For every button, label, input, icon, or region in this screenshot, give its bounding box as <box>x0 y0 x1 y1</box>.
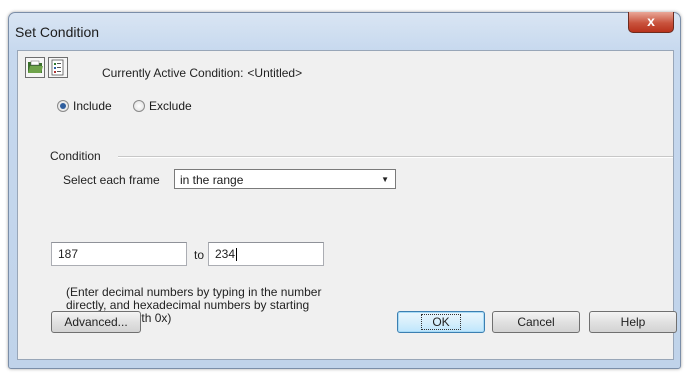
exclude-radio-button[interactable] <box>133 100 145 112</box>
exclude-label: Exclude <box>149 99 192 113</box>
active-condition: Currently Active Condition: <Untitled> <box>102 66 302 80</box>
frame-range-select-value: in the range <box>180 173 244 187</box>
ok-button[interactable]: OK <box>397 311 485 333</box>
range-end-input[interactable]: 234 <box>208 242 324 266</box>
ok-button-label: OK <box>421 314 461 330</box>
save-condition-icon <box>51 59 64 76</box>
dialog-body: Currently Active Condition: <Untitled> In… <box>17 50 677 360</box>
include-radio[interactable]: Include <box>57 99 112 113</box>
include-label: Include <box>73 99 112 113</box>
exclude-radio[interactable]: Exclude <box>133 99 192 113</box>
save-condition-button[interactable] <box>48 57 68 78</box>
group-divider <box>118 156 673 158</box>
help-button[interactable]: Help <box>589 311 677 333</box>
advanced-button[interactable]: Advanced... <box>51 311 141 333</box>
help-button-label: Help <box>620 315 646 329</box>
close-button[interactable]: x <box>628 12 674 33</box>
cancel-button[interactable]: Cancel <box>492 311 580 333</box>
open-folder-icon <box>28 60 43 73</box>
range-start-value: 187 <box>58 247 79 261</box>
range-end-value: 234 <box>215 247 236 261</box>
text-caret <box>236 248 238 262</box>
set-condition-dialog: Set Condition x Currently Active Conditi… <box>8 12 681 369</box>
active-condition-label: Currently Active Condition: <box>102 66 244 80</box>
active-condition-value: <Untitled> <box>247 66 303 80</box>
frame-range-select[interactable]: in the range ▼ <box>174 169 396 189</box>
open-condition-button[interactable] <box>25 57 45 78</box>
advanced-button-label: Advanced... <box>64 315 128 329</box>
select-frame-label: Select each frame <box>63 173 160 187</box>
dialog-title: Set Condition <box>15 24 100 40</box>
chevron-down-icon[interactable]: ▼ <box>381 175 389 184</box>
include-radio-button[interactable] <box>57 100 69 112</box>
to-label: to <box>194 248 205 262</box>
condition-group-label: Condition <box>50 149 101 163</box>
cancel-button-label: Cancel <box>517 315 555 329</box>
title-bar[interactable]: Set Condition x <box>9 12 680 49</box>
range-start-input[interactable]: 187 <box>51 242 187 266</box>
